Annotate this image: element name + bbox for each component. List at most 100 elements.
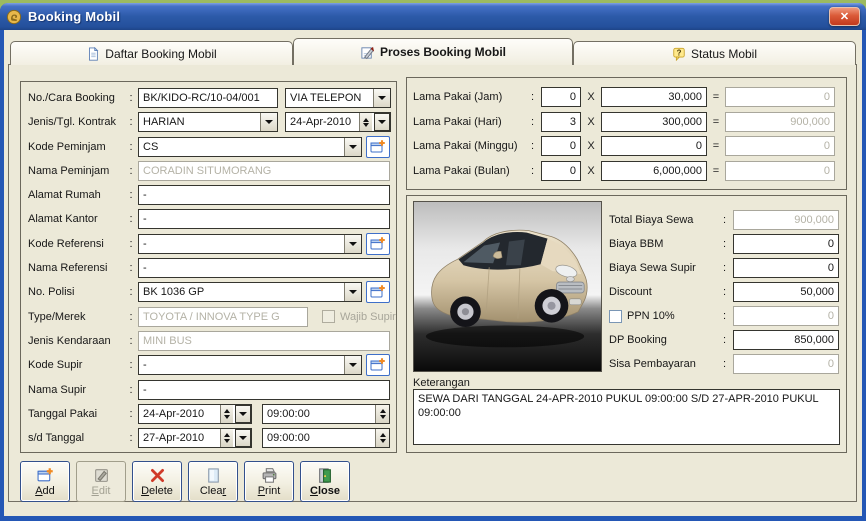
date-spinner[interactable] [220,405,233,423]
kode-peminjam-value: CS [143,141,344,153]
date-dropdown-button[interactable] [235,405,251,423]
tanggal-pakai-time-input[interactable]: 09:00:00 [262,404,390,424]
ppn-field: 0 [733,306,839,326]
jenis-kontrak-select[interactable]: HARIAN [138,112,278,132]
booking-number-value: BK/KIDO-RC/10-04/001 [143,92,273,104]
kode-peminjam-new-button[interactable] [366,136,390,158]
biaya-bbm-input[interactable]: 0 [733,234,839,254]
colon: : [124,432,138,444]
equals-symbol: = [707,165,725,177]
jenis-kontrak-label: Jenis/Tgl. Kontrak [28,116,124,128]
kode-supir-new-button[interactable] [366,354,390,376]
colon: : [124,213,138,225]
help-icon: ? [672,47,686,61]
discount-input[interactable]: 50,000 [733,282,839,302]
colon: : [124,384,138,396]
tab-proses-booking-mobil[interactable]: Proses Booking Mobil [293,38,573,65]
delete-icon [148,467,167,484]
date-spinner[interactable] [359,113,372,131]
tab-daftar-booking-mobil[interactable]: Daftar Booking Mobil [10,41,293,65]
lama-jam-rate-input[interactable]: 30,000 [601,87,707,107]
equals-symbol: = [707,116,725,128]
print-button[interactable]: Print [244,461,294,502]
colon: : [723,286,733,298]
nama-referensi-input[interactable]: - [138,258,390,278]
nama-supir-input[interactable]: - [138,380,390,400]
dropdown-arrow-button[interactable] [373,89,390,107]
colon: : [723,334,733,346]
time-spinner[interactable] [375,429,389,447]
kode-peminjam-select[interactable]: CS [138,137,362,157]
add-button[interactable]: Add [20,461,70,502]
sd-tanggal-date-value: 27-Apr-2010 [143,432,220,444]
lama-bulan-rate-value: 6,000,000 [653,165,702,177]
delete-button[interactable]: Delete [132,461,182,502]
lama-bulan-qty-value: 0 [570,165,576,177]
close-button[interactable]: ✕ [829,7,860,26]
close-button-toolbar[interactable]: Close [300,461,350,502]
time-spinner[interactable] [375,405,389,423]
alamat-kantor-input[interactable]: - [138,209,390,229]
multiply-symbol: X [581,165,601,177]
dp-booking-input[interactable]: 850,000 [733,330,839,350]
colon: : [124,286,138,298]
lama-bulan-rate-input[interactable]: 6,000,000 [601,161,707,181]
tab-status-label: Status Mobil [691,47,757,61]
date-spinner[interactable] [220,429,233,447]
app-icon [6,9,22,25]
lama-hari-subtotal-value: 900,000 [790,116,830,128]
equals-symbol: = [707,140,725,152]
document-icon [86,47,100,61]
clear-button[interactable]: Clear [188,461,238,502]
lama-minggu-rate-value: 0 [696,140,702,152]
vehicle-photo [413,201,602,372]
dropdown-arrow-button[interactable] [344,356,361,374]
nama-supir-value: - [143,384,385,396]
jenis-kendaraan-value: MINI BUS [143,335,385,347]
ppn-checkbox[interactable] [609,310,622,323]
type-merek-label: Type/Merek [28,311,124,323]
sisa-pembayaran-value: 0 [828,358,834,370]
date-dropdown-button[interactable] [374,113,390,131]
biaya-bbm-value: 0 [828,238,834,250]
dropdown-arrow-button[interactable] [344,283,361,301]
keterangan-textarea[interactable]: SEWA DARI TANGGAL 24-APR-2010 PUKUL 09:0… [413,389,840,445]
multiply-symbol: X [581,116,601,128]
dp-booking-value: 850,000 [794,334,834,346]
sisa-pembayaran-field: 0 [733,354,839,374]
lama-minggu-qty-value: 0 [570,140,576,152]
kontrak-date-picker[interactable]: 24-Apr-2010 [285,112,391,132]
tanggal-pakai-date-picker[interactable]: 24-Apr-2010 [138,404,252,424]
tab-status-mobil[interactable]: ? Status Mobil [573,41,856,65]
alamat-kantor-label: Alamat Kantor [28,213,124,225]
kode-referensi-select[interactable]: - [138,234,362,254]
tab-daftar-label: Daftar Booking Mobil [105,47,216,61]
lama-jam-qty-value: 0 [570,91,576,103]
lama-bulan-qty-input[interactable]: 0 [541,161,581,181]
biaya-sewa-supir-input[interactable]: 0 [733,258,839,278]
kode-referensi-new-button[interactable] [366,233,390,255]
date-dropdown-button[interactable] [235,429,251,447]
discount-label: Discount [609,286,652,298]
lama-minggu-qty-input[interactable]: 0 [541,136,581,156]
lama-minggu-rate-input[interactable]: 0 [601,136,707,156]
lama-hari-rate-input[interactable]: 300,000 [601,112,707,132]
lama-hari-rate-value: 300,000 [662,116,702,128]
booking-number-input[interactable]: BK/KIDO-RC/10-04/001 [138,88,278,108]
equals-symbol: = [707,91,725,103]
cara-booking-select[interactable]: VIA TELEPON [285,88,391,108]
alamat-rumah-input[interactable]: - [138,185,390,205]
dropdown-arrow-button[interactable] [344,235,361,253]
lama-jam-qty-input[interactable]: 0 [541,87,581,107]
application-window: Booking Mobil ✕ Daftar Booking Mobil Pro… [0,3,866,521]
dropdown-arrow-button[interactable] [344,138,361,156]
kode-supir-select[interactable]: - [138,355,362,375]
sd-tanggal-date-picker[interactable]: 27-Apr-2010 [138,428,252,448]
dropdown-arrow-button[interactable] [260,113,277,131]
lama-hari-qty-input[interactable]: 3 [541,112,581,132]
no-polisi-select[interactable]: BK 1036 GP [138,282,362,302]
no-polisi-new-button[interactable] [366,281,390,303]
kode-peminjam-label: Kode Peminjam [28,141,124,153]
sd-tanggal-time-input[interactable]: 09:00:00 [262,428,390,448]
lama-pakai-minggu-label: Lama Pakai (Minggu) [413,140,531,152]
